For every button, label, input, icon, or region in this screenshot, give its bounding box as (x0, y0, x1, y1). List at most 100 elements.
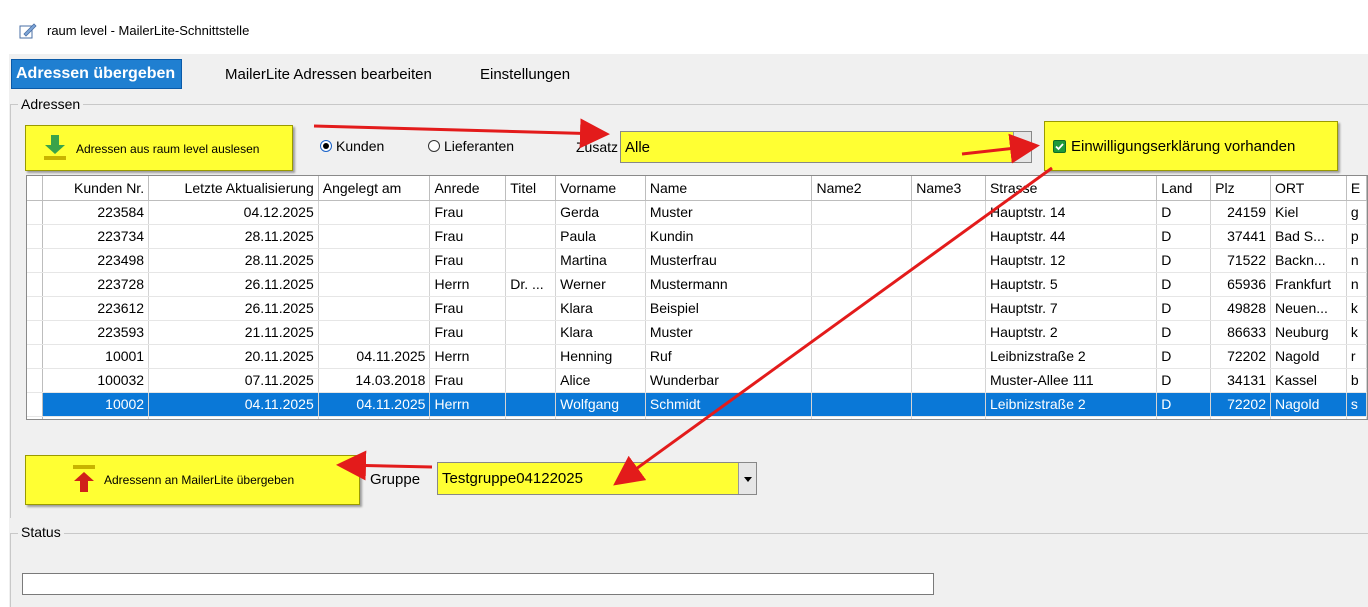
row-selector[interactable] (27, 368, 44, 393)
table-cell (911, 200, 986, 225)
table-cell: 20.11.2025 (148, 344, 319, 369)
table-cell (505, 200, 557, 225)
row-selector[interactable] (27, 392, 44, 417)
table-cell (811, 344, 913, 369)
table-cell (811, 320, 913, 345)
table-row[interactable]: 223593 21.11.2025 Frau Klara Muster Hauptstr.… (27, 320, 1367, 345)
radio-lieferanten[interactable]: Lieferanten (428, 138, 514, 154)
table-cell (811, 248, 913, 273)
radio-kunden[interactable]: Kunden (320, 138, 384, 154)
table-cell: Hauptstr. 14 (985, 200, 1158, 225)
column-header[interactable]: Strasse (985, 176, 1158, 201)
zusatz-value: Alle (625, 139, 651, 156)
table-cell: Beispiel (645, 296, 813, 321)
column-header[interactable]: Name2 (811, 176, 913, 201)
column-header[interactable]: Name3 (911, 176, 986, 201)
table-cell (505, 344, 557, 369)
row-selector[interactable] (27, 344, 44, 369)
table-cell: ja (1346, 416, 1367, 419)
table-row[interactable]: 223734 28.11.2025 Frau Paula Kundin Hauptstr.… (27, 224, 1367, 249)
checkbox-checked-icon[interactable] (1053, 140, 1066, 153)
table-cell: Nagold (1270, 392, 1347, 417)
column-header[interactable]: Titel (505, 176, 557, 201)
table-cell (318, 248, 431, 273)
table-row[interactable]: 10001 20.11.2025 04.11.2025 Herrn Henning Ruf… (27, 344, 1367, 369)
column-header[interactable]: E (1346, 176, 1367, 201)
chevron-down-icon[interactable] (738, 463, 756, 494)
table-cell: 26.11.2025 (148, 296, 319, 321)
zusatz-combobox[interactable]: Alle (620, 131, 1032, 163)
table-cell: Hauptstr. 12 (985, 248, 1158, 273)
table-cell (505, 248, 557, 273)
row-selector[interactable] (27, 416, 44, 419)
table-cell (811, 392, 913, 417)
table-cell: 21.11.2025 (148, 320, 319, 345)
gruppe-label: Gruppe (370, 471, 421, 488)
table-cell: Frankfurt (1270, 272, 1347, 297)
status-groupbox (10, 533, 1368, 607)
table-cell: Schmidt (645, 392, 813, 417)
table-cell: n (1346, 248, 1367, 273)
transfer-to-mailerlite-button[interactable]: Adressenn an MailerLite übergeben (25, 455, 360, 505)
table-cell: 28.11.2025 (148, 224, 319, 249)
column-header[interactable]: Plz (1210, 176, 1271, 201)
table-row[interactable]: 223498 28.11.2025 Frau Martina Musterfrau Hau… (27, 248, 1367, 273)
table-cell: Frau (429, 200, 507, 225)
table-cell: Musterfrau (645, 248, 813, 273)
addresses-grid[interactable]: Kunden Nr. Letzte Aktualisierung Angeleg… (26, 175, 1368, 420)
table-cell: Herrn (429, 272, 507, 297)
column-header[interactable]: Letzte Aktualisierung (148, 176, 319, 201)
table-cell: Backn... (1270, 248, 1347, 273)
table-cell: Verwaltung (811, 416, 913, 419)
table-cell: Kassel (1270, 368, 1347, 393)
column-header[interactable]: Kunden Nr. (42, 176, 150, 201)
table-cell (911, 296, 986, 321)
table-cell (811, 296, 913, 321)
gruppe-combobox[interactable]: Testgruppe04122025 (437, 462, 757, 495)
column-header[interactable]: Vorname (555, 176, 646, 201)
row-selector[interactable] (27, 248, 44, 273)
table-row[interactable]: 10002 04.11.2025 04.11.2025 Herrn Wolfgang Sc… (27, 392, 1367, 417)
row-selector[interactable] (27, 320, 44, 345)
tab-einstellungen[interactable]: Einstellungen (480, 66, 570, 83)
column-header[interactable]: Anrede (429, 176, 507, 201)
table-cell: 24159 (1210, 200, 1271, 225)
read-addresses-button[interactable]: Adressen aus raum level auslesen (25, 125, 293, 171)
table-cell: b (1346, 368, 1367, 393)
status-group-label: Status (18, 524, 64, 540)
tab-adressen-uebergeben[interactable]: Adressen übergeben (11, 59, 183, 89)
table-cell: Bad S... (1270, 224, 1347, 249)
column-header[interactable]: Angelegt am (318, 176, 431, 201)
table-row[interactable]: 223584 04.12.2025 Frau Gerda Muster Hauptstr.… (27, 200, 1367, 225)
table-cell: Ruf (645, 344, 813, 369)
table-cell (318, 224, 431, 249)
table-cell: D (1156, 344, 1212, 369)
table-cell (505, 296, 557, 321)
column-header[interactable]: ORT (1270, 176, 1347, 201)
table-cell: D (1156, 392, 1212, 417)
column-header[interactable]: Name (645, 176, 813, 201)
table-cell: 223498 (42, 248, 150, 273)
consent-checkbox-label: Einwilligungserklärung vorhanden (1071, 138, 1296, 155)
table-cell: Wolfgang (555, 392, 646, 417)
row-selector[interactable] (27, 200, 44, 225)
table-cell: Herrn (429, 344, 507, 369)
radio-checked-icon (320, 140, 332, 152)
table-row[interactable]: 1000004.11.2025 Firma Kaiser edv-KonzeptVe… (27, 416, 1367, 419)
chevron-down-icon[interactable] (1013, 132, 1031, 162)
table-cell: D (1156, 272, 1212, 297)
row-selector[interactable] (27, 224, 44, 249)
table-row[interactable]: 223728 26.11.2025 Herrn Dr. ... Werner Muster… (27, 272, 1367, 297)
column-header[interactable]: Land (1156, 176, 1212, 201)
consent-checkbox-container[interactable]: Einwilligungserklärung vorhanden (1044, 121, 1338, 171)
table-cell (811, 224, 913, 249)
table-row[interactable]: 100032 07.11.2025 14.03.2018 Frau Alice Wunde… (27, 368, 1367, 393)
row-selector[interactable] (27, 272, 44, 297)
table-row[interactable]: 223612 26.11.2025 Frau Klara Beispiel Hauptst… (27, 296, 1367, 321)
tab-mailerlite-adressen-bearbeiten[interactable]: MailerLite Adressen bearbeiten (225, 66, 432, 83)
table-cell: Gerda (555, 200, 646, 225)
table-cell: Leibnizstraße 2 (985, 344, 1158, 369)
row-selector[interactable] (27, 296, 44, 321)
zusatz-label: Zusatz (576, 139, 619, 155)
table-cell: 14.03.2018 (318, 368, 431, 393)
